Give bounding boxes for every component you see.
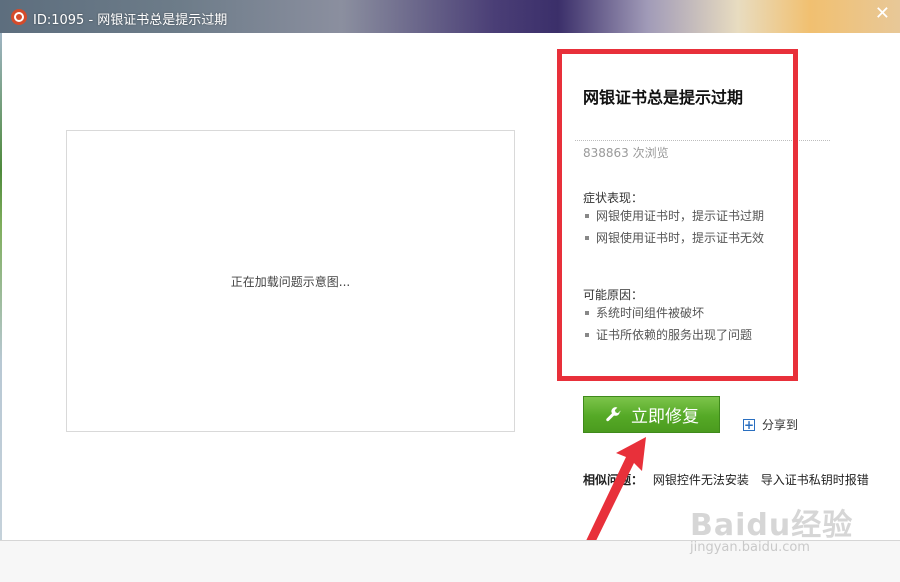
symptoms-heading: 症状表现： [583, 191, 644, 205]
loading-text: 正在加载问题示意图... [230, 274, 351, 289]
plus-icon: + [743, 417, 755, 432]
title-bar: ID:1095 - 网银证书总是提示过期 ✕ [0, 0, 900, 33]
symptoms-list: 网银使用证书时，提示证书过期 网银使用证书时，提示证书无效 [585, 205, 764, 249]
causes-list: 系统时间组件被破坏 证书所依赖的服务出现了问题 [585, 302, 752, 346]
fix-now-label: 立即修复 [631, 407, 699, 427]
baidu-watermark-url: jingyan.baidu.com [690, 540, 810, 555]
wrench-icon [606, 406, 621, 421]
list-item: 系统时间组件被破坏 [585, 302, 752, 324]
list-item: 证书所依赖的服务出现了问题 [585, 324, 752, 346]
fix-now-button[interactable]: 立即修复 [583, 396, 720, 433]
view-count: 838863 次浏览 [583, 146, 669, 160]
lifebuoy-app-icon [11, 9, 27, 25]
red-arrow-annotation [584, 437, 646, 549]
list-item: 网银使用证书时，提示证书过期 [585, 205, 764, 227]
close-icon[interactable]: ✕ [875, 5, 890, 23]
problem-title: 网银证书总是提示过期 [583, 88, 744, 107]
baidu-watermark-logo: Baidu经验 [690, 508, 854, 543]
list-item: 网银使用证书时，提示证书无效 [585, 227, 764, 249]
related-link[interactable]: 网银控件无法安装 [653, 473, 749, 487]
window-title: ID:1095 - 网银证书总是提示过期 [33, 13, 228, 28]
related-link[interactable]: 导入证书私钥时报错 [761, 473, 869, 487]
causes-heading: 可能原因： [583, 288, 644, 302]
share-link[interactable]: + 分享到 [743, 416, 798, 433]
problem-illustration-panel: 正在加载问题示意图... [66, 130, 515, 432]
window-left-edge [0, 33, 2, 582]
divider [575, 140, 830, 141]
share-label: 分享到 [762, 418, 799, 432]
